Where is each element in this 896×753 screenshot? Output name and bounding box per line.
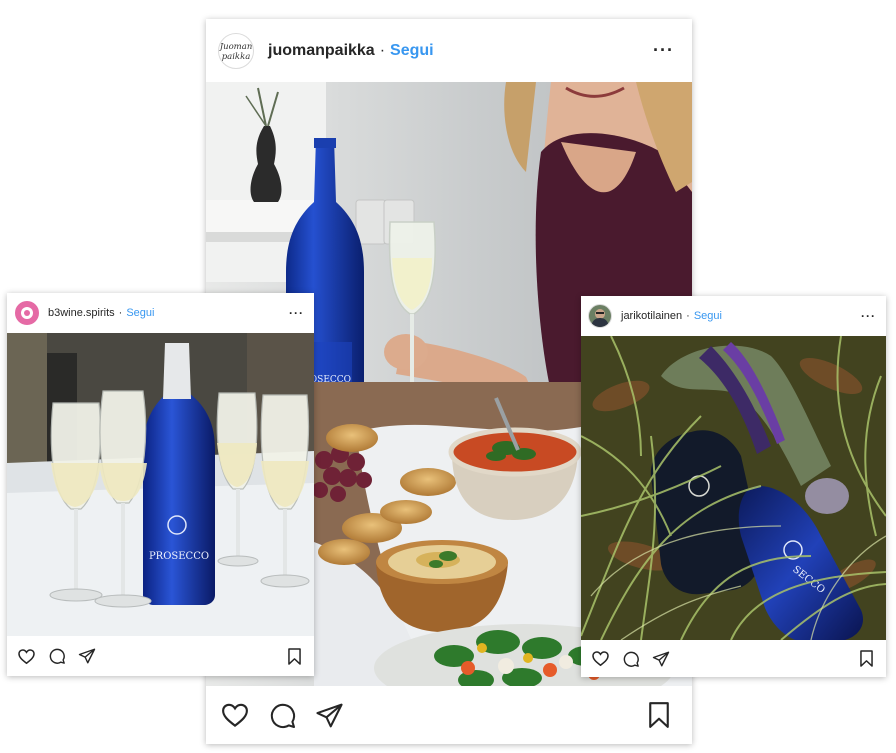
comment-icon[interactable] [48,647,66,665]
post-actions [581,640,886,677]
post-header: b3wine.spirits · Segui ··· [7,293,314,333]
username[interactable]: b3wine.spirits [48,307,115,319]
more-options-icon[interactable]: ··· [289,306,304,320]
bookmark-icon[interactable] [857,649,876,668]
bottle-in-grass-photo: SECCO [581,336,886,640]
juomanpaikka-logo: Juoman paikka [219,42,252,62]
logo-line-1: Juoman [219,42,252,52]
post-b3wine-spirits: b3wine.spirits · Segui ··· PROSECCO [7,293,314,676]
b3wine-logo [21,307,33,319]
post-header: jarikotilainen · Segui ··· [581,296,886,336]
more-options-icon[interactable]: ··· [653,40,674,61]
heart-icon[interactable] [17,647,36,666]
bookmark-icon[interactable] [644,700,674,730]
post-photo: SECCO [581,336,886,640]
post-jarikotilainen: jarikotilainen · Segui ··· SECCO [581,296,886,677]
prosecco-glasses-photo: PROSECCO [7,333,314,636]
heart-icon[interactable] [220,700,250,730]
share-icon[interactable] [78,647,96,665]
more-options-icon[interactable]: ··· [861,309,876,323]
jarikotilainen-photo [591,309,609,327]
share-icon[interactable] [652,650,670,668]
username[interactable]: jarikotilainen [621,310,682,322]
avatar-juomanpaikka[interactable]: Juoman paikka [218,32,254,69]
comment-icon[interactable] [268,701,297,730]
left-bottle-label: PROSECCO [149,551,209,562]
follow-button[interactable]: Segui [126,307,154,319]
logo-line-2: paikka [222,52,251,62]
bookmark-icon[interactable] [285,647,304,666]
post-photo: PROSECCO [7,333,314,636]
separator: · [118,307,123,319]
post-header: Juoman paikka juomanpaikka · Segui ··· [206,19,692,82]
separator: · [686,310,690,322]
follow-button[interactable]: Segui [390,42,434,60]
post-actions [7,636,314,676]
avatar-jarikotilainen[interactable] [588,304,612,328]
separator: · [379,41,386,59]
avatar-b3wine[interactable] [15,301,39,325]
comment-icon[interactable] [622,650,640,668]
follow-button[interactable]: Segui [694,310,722,322]
post-actions [206,686,692,744]
share-icon[interactable] [315,701,344,730]
username[interactable]: juomanpaikka [268,42,375,60]
heart-icon[interactable] [591,649,610,668]
